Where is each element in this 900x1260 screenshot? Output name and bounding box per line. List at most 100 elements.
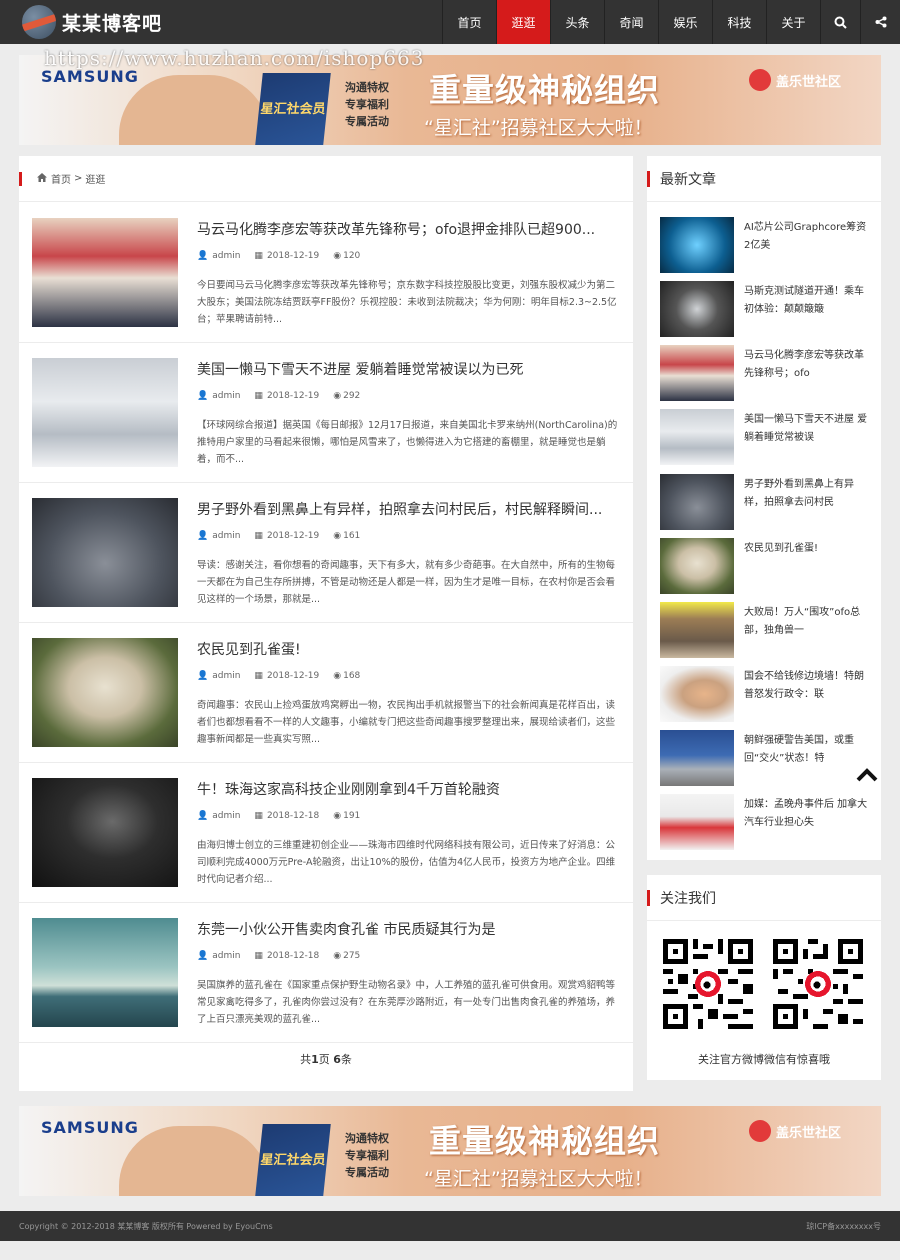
latest-title[interactable]: 加媒：孟晚舟事件后 加拿大汽车行业担心失 xyxy=(744,796,872,836)
latest-thumbnail[interactable] xyxy=(660,730,734,786)
latest-item[interactable]: 马云马化腾李彦宏等获改革先锋称号；ofo xyxy=(660,345,870,401)
share-icon[interactable] xyxy=(860,0,900,44)
article-title[interactable]: 农民见到孔雀蛋! xyxy=(197,639,621,659)
latest-title[interactable]: AI芯片公司Graphcore筹资2亿美 xyxy=(744,219,872,259)
user-icon: 👤 xyxy=(197,391,209,401)
latest-item[interactable]: 大败局！万人“围攻”ofo总部，独角兽一 xyxy=(660,602,870,658)
article-thumbnail[interactable] xyxy=(32,778,178,887)
bottom-ad-banner[interactable]: SAMSUNG 星汇社会员 沟通特权 专享福利 专属活动 重量级神秘组织 “星汇… xyxy=(19,1106,881,1196)
article-thumbnail[interactable] xyxy=(32,218,178,327)
banner-subline: “星汇社”招募社区大大啦！ xyxy=(424,117,653,139)
latest-item[interactable]: 美国一懒马下雪天不进屋 爱躺着睡觉常被误 xyxy=(660,409,870,465)
article-thumbnail[interactable] xyxy=(32,638,178,747)
article-title[interactable]: 马云马化腾李彦宏等获改革先锋称号；ofo退押金排队已超900... xyxy=(197,219,621,239)
latest-title[interactable]: 朝鲜强硬警告美国，或重回“交火”状态！特 xyxy=(744,732,872,772)
eye-icon: ◉ xyxy=(333,811,342,821)
user-icon: 👤 xyxy=(197,671,209,681)
article-thumbnail[interactable] xyxy=(32,358,178,467)
article-author: admin xyxy=(212,671,241,681)
article-item[interactable]: 男子野外看到黑鼻上有异样，拍照拿去问村民后，村民解释瞬间... 👤 admin ▦… xyxy=(19,483,633,623)
back-to-top-icon[interactable] xyxy=(856,768,878,784)
user-icon: 👤 xyxy=(197,251,209,261)
site-logo[interactable]: 某某博客吧 xyxy=(22,5,162,39)
breadcrumb: 首页 > 逛逛 xyxy=(19,156,633,202)
article-item[interactable]: 马云马化腾李彦宏等获改革先锋称号；ofo退押金排队已超900... 👤 admin… xyxy=(19,203,633,343)
perk-item: 专属活动 xyxy=(345,115,389,128)
article-author: admin xyxy=(212,951,241,961)
wechat-qr-code[interactable] xyxy=(773,939,863,1029)
latest-thumbnail[interactable] xyxy=(660,409,734,465)
article-title[interactable]: 东莞一小伙公开售卖肉食孔雀 市民质疑其行为是 xyxy=(197,919,621,939)
breadcrumb-current[interactable]: 逛逛 xyxy=(85,171,105,186)
pager-pages: 1 xyxy=(311,1053,319,1066)
member-card: 星汇社会员 xyxy=(255,73,331,145)
perk-item: 专享福利 xyxy=(345,98,389,111)
member-card: 星汇社会员 xyxy=(255,1124,331,1196)
nav-entertainment[interactable]: 娱乐 xyxy=(658,0,712,44)
latest-title[interactable]: 美国一懒马下雪天不进屋 爱躺着睡觉常被误 xyxy=(744,411,872,451)
article-thumbnail[interactable] xyxy=(32,498,178,607)
latest-thumbnail[interactable] xyxy=(660,345,734,401)
article-thumbnail[interactable] xyxy=(32,918,178,1027)
breadcrumb-home[interactable]: 首页 xyxy=(51,171,71,186)
article-item[interactable]: 农民见到孔雀蛋! 👤 admin ▦ 2018-12-19 ◉ 168 奇闻趣事：农民… xyxy=(19,623,633,763)
brand-name: 盖乐世社区 xyxy=(775,1125,841,1141)
site-footer: Copyright © 2012-2018 某某博客 版权所有 Powered … xyxy=(0,1211,900,1241)
latest-item[interactable]: 马斯克测试隧道开通！乘车初体验：颠颠簸簸 xyxy=(660,281,870,337)
latest-title[interactable]: 男子野外看到黑鼻上有异样，拍照拿去问村民 xyxy=(744,476,872,516)
nav-about[interactable]: 关于 xyxy=(766,0,820,44)
article-author: admin xyxy=(212,391,241,401)
weibo-qr-code[interactable] xyxy=(663,939,753,1029)
latest-thumbnail[interactable] xyxy=(660,538,734,594)
latest-item[interactable]: 朝鲜强硬警告美国，或重回“交火”状态！特 xyxy=(660,730,870,786)
latest-thumbnail[interactable] xyxy=(660,281,734,337)
latest-item[interactable]: 男子野外看到黑鼻上有异样，拍照拿去问村民 xyxy=(660,474,870,530)
widget-title: 最新文章 xyxy=(647,156,881,202)
nav-oddities[interactable]: 奇闻 xyxy=(604,0,658,44)
latest-title[interactable]: 农民见到孔雀蛋! xyxy=(744,540,872,580)
follow-us-widget: 关注我们 关注官方微博微信有惊喜哦 xyxy=(647,875,881,1080)
samsung-logo: SAMSUNG xyxy=(41,1118,139,1137)
search-icon[interactable] xyxy=(820,0,860,44)
main-nav: 首页 逛逛 头条 奇闻 娱乐 科技 关于 xyxy=(442,0,900,44)
perks-list: 沟通特权 专享福利 专属活动 xyxy=(345,79,389,130)
pager-prefix: 共 xyxy=(300,1053,312,1066)
article-date: 2018-12-19 xyxy=(266,671,320,681)
article-date: 2018-12-19 xyxy=(266,251,320,261)
latest-thumbnail[interactable] xyxy=(660,217,734,273)
nav-headlines[interactable]: 头条 xyxy=(550,0,604,44)
footer-icp[interactable]: 琼ICP备xxxxxxxx号 xyxy=(806,1221,881,1232)
latest-thumbnail[interactable] xyxy=(660,602,734,658)
nav-home[interactable]: 首页 xyxy=(442,0,496,44)
nav-browse[interactable]: 逛逛 xyxy=(496,0,550,44)
widget-title: 关注我们 xyxy=(647,875,881,921)
article-title[interactable]: 美国一懒马下雪天不进屋 爱躺着睡觉常被误以为已死 xyxy=(197,359,621,379)
latest-thumbnail[interactable] xyxy=(660,474,734,530)
home-icon xyxy=(37,172,47,185)
site-name: 某某博客吧 xyxy=(62,12,163,35)
user-icon: 👤 xyxy=(197,531,209,541)
latest-item[interactable]: 加媒：孟晚舟事件后 加拿大汽车行业担心失 xyxy=(660,794,870,850)
latest-title[interactable]: 国会不给钱修边境墙！特朗普怒发行政令：联 xyxy=(744,668,872,708)
latest-title[interactable]: 大败局！万人“围攻”ofo总部，独角兽一 xyxy=(744,604,872,644)
article-summary: 今日要闻马云马化腾李彦宏等获改革先锋称号；京东数字科技控股股比变更，刘强东股权减… xyxy=(197,280,617,325)
perks-list: 沟通特权 专享福利 专属活动 xyxy=(345,1130,389,1181)
footer-copyright: Copyright © 2012-2018 某某博客 版权所有 Powered … xyxy=(19,1221,273,1231)
latest-item[interactable]: 农民见到孔雀蛋! xyxy=(660,538,870,594)
article-title[interactable]: 牛！珠海这家高科技企业刚刚拿到4千万首轮融资 xyxy=(197,779,621,799)
latest-title[interactable]: 马斯克测试隧道开通！乘车初体验：颠颠簸簸 xyxy=(744,283,872,323)
article-meta: 👤 admin ▦ 2018-12-18 ◉ 191 xyxy=(197,811,374,821)
latest-item[interactable]: 国会不给钱修边境墙！特朗普怒发行政令：联 xyxy=(660,666,870,722)
latest-thumbnail[interactable] xyxy=(660,794,734,850)
article-item[interactable]: 美国一懒马下雪天不进屋 爱躺着睡觉常被误以为已死 👤 admin ▦ 2018-12… xyxy=(19,343,633,483)
nav-tech[interactable]: 科技 xyxy=(712,0,766,44)
latest-title[interactable]: 马云马化腾李彦宏等获改革先锋称号；ofo xyxy=(744,347,872,387)
article-title[interactable]: 男子野外看到黑鼻上有异样，拍照拿去问村民后，村民解释瞬间... xyxy=(197,499,621,519)
article-item[interactable]: 牛！珠海这家高科技企业刚刚拿到4千万首轮融资 👤 admin ▦ 2018-12-1… xyxy=(19,763,633,903)
pager-suffix: 条 xyxy=(340,1053,352,1066)
latest-item[interactable]: AI芯片公司Graphcore筹资2亿美 xyxy=(660,217,870,273)
article-item[interactable]: 东莞一小伙公开售卖肉食孔雀 市民质疑其行为是 👤 admin ▦ 2018-12-1… xyxy=(19,903,633,1043)
hand-image xyxy=(119,1126,269,1196)
perk-item: 专属活动 xyxy=(345,1166,389,1179)
latest-thumbnail[interactable] xyxy=(660,666,734,722)
